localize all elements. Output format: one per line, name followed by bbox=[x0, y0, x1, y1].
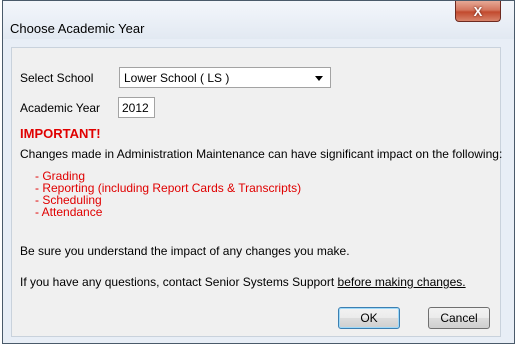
cancel-button[interactable]: Cancel bbox=[428, 307, 490, 329]
dialog-content: Select School Lower School ( LS ) Academ… bbox=[11, 47, 503, 337]
impact-list: - Grading - Reporting (including Report … bbox=[35, 170, 301, 218]
dialog-window: Choose Academic Year X Select School Low… bbox=[2, 0, 515, 344]
academic-year-label: Academic Year bbox=[20, 101, 101, 115]
impact-intro-text: Changes made in Administration Maintenan… bbox=[20, 147, 503, 161]
contact-prefix: If you have any questions, contact Senio… bbox=[20, 275, 338, 289]
list-item: - Attendance bbox=[35, 205, 103, 219]
close-icon: X bbox=[473, 3, 483, 19]
school-select-value: Lower School ( LS ) bbox=[124, 71, 230, 85]
select-school-label: Select School bbox=[20, 71, 94, 85]
dropdown-arrow-icon[interactable] bbox=[315, 76, 323, 81]
contact-text: If you have any questions, contact Senio… bbox=[20, 275, 466, 289]
important-heading: IMPORTANT! bbox=[20, 126, 101, 141]
title-bar[interactable]: Choose Academic Year X bbox=[3, 1, 514, 39]
ok-button[interactable]: OK bbox=[338, 307, 400, 329]
school-select[interactable]: Lower School ( LS ) bbox=[119, 67, 331, 88]
before-making-changes-link[interactable]: before making changes. bbox=[338, 275, 466, 289]
academic-year-input[interactable]: 2012 bbox=[118, 97, 155, 118]
understand-text: Be sure you understand the impact of any… bbox=[20, 244, 350, 258]
close-button[interactable]: X bbox=[455, 1, 501, 22]
window-title: Choose Academic Year bbox=[10, 21, 145, 36]
